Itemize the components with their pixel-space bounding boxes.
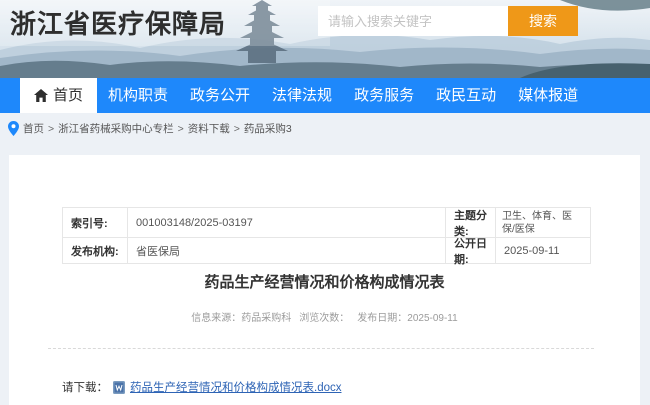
breadcrumb-item-procurement-center[interactable]: 浙江省药械采购中心专栏	[58, 121, 174, 136]
breadcrumb-separator: >	[234, 123, 240, 135]
page: 浙江省医疗保障局 搜索 首页 机构职责 政务公开 法律法规 政务服务 政民互动 …	[0, 0, 650, 405]
meta-table: 索引号: 001003148/2025-03197 主题分类: 卫生、体育、医保…	[62, 207, 591, 264]
meta-category-value: 卫生、体育、医保/医保	[496, 208, 591, 238]
nav-item-duties[interactable]: 机构职责	[97, 78, 179, 113]
search-input[interactable]	[318, 6, 508, 36]
breadcrumb-item-downloads[interactable]: 资料下载	[188, 121, 230, 136]
publish-date-value: 2025-09-11	[407, 313, 457, 324]
content-panel: 索引号: 001003148/2025-03197 主题分类: 卫生、体育、医保…	[9, 155, 640, 405]
meta-category-label: 主题分类:	[446, 208, 496, 238]
download-link[interactable]: 药品生产经营情况和价格构成情况表.docx	[130, 379, 342, 395]
nav-item-laws[interactable]: 法律法规	[261, 78, 343, 113]
word-doc-icon	[113, 381, 125, 394]
view-count: 浏览次数：	[299, 313, 349, 324]
main-nav: 首页 机构职责 政务公开 法律法规 政务服务 政民互动 媒体报道	[0, 78, 650, 113]
search-button[interactable]: 搜索	[508, 6, 578, 36]
publish-date: 发布日期：2025-09-11	[357, 313, 457, 324]
download-row: 请下载： 药品生产经营情况和价格构成情况表.docx	[62, 379, 342, 395]
info-source-label: 信息来源：	[191, 313, 241, 324]
meta-issuer-label: 发布机构:	[63, 238, 128, 264]
article-title: 药品生产经营情况和价格构成情况表	[9, 271, 640, 292]
nav-item-public-interaction[interactable]: 政民互动	[425, 78, 507, 113]
site-header: 浙江省医疗保障局 搜索	[0, 0, 650, 78]
publish-date-label: 发布日期：	[357, 313, 407, 324]
breadcrumb-item-current: 药品采购3	[244, 121, 292, 136]
meta-index-value: 001003148/2025-03197	[128, 208, 446, 238]
site-title: 浙江省医疗保障局	[10, 4, 226, 41]
breadcrumb-item-home[interactable]: 首页	[23, 121, 44, 136]
nav-item-gov-services[interactable]: 政务服务	[343, 78, 425, 113]
home-icon	[34, 89, 48, 102]
nav-item-label: 首页	[53, 78, 83, 113]
breadcrumb-separator: >	[48, 123, 54, 135]
search-bar: 搜索	[318, 6, 578, 36]
meta-issuer-value: 省医保局	[128, 238, 446, 264]
nav-item-home[interactable]: 首页	[20, 78, 97, 113]
meta-date-value: 2025-09-11	[496, 238, 591, 264]
download-label: 请下载：	[62, 379, 108, 395]
nav-item-gov-disclosure[interactable]: 政务公开	[179, 78, 261, 113]
meta-index-label: 索引号:	[63, 208, 128, 238]
dashed-separator	[48, 348, 594, 349]
location-pin-icon	[8, 121, 19, 136]
info-source: 信息来源：药品采购科	[191, 313, 291, 324]
breadcrumb: 首页 > 浙江省药械采购中心专栏 > 资料下载 > 药品采购3	[8, 121, 292, 136]
breadcrumb-separator: >	[178, 123, 184, 135]
info-source-value: 药品采购科	[241, 313, 291, 324]
nav-item-media[interactable]: 媒体报道	[507, 78, 589, 113]
meta-date-label: 公开日期:	[446, 238, 496, 264]
view-count-label: 浏览次数：	[299, 313, 349, 324]
article-meta: 信息来源：药品采购科浏览次数： 发布日期：2025-09-11	[9, 309, 640, 324]
